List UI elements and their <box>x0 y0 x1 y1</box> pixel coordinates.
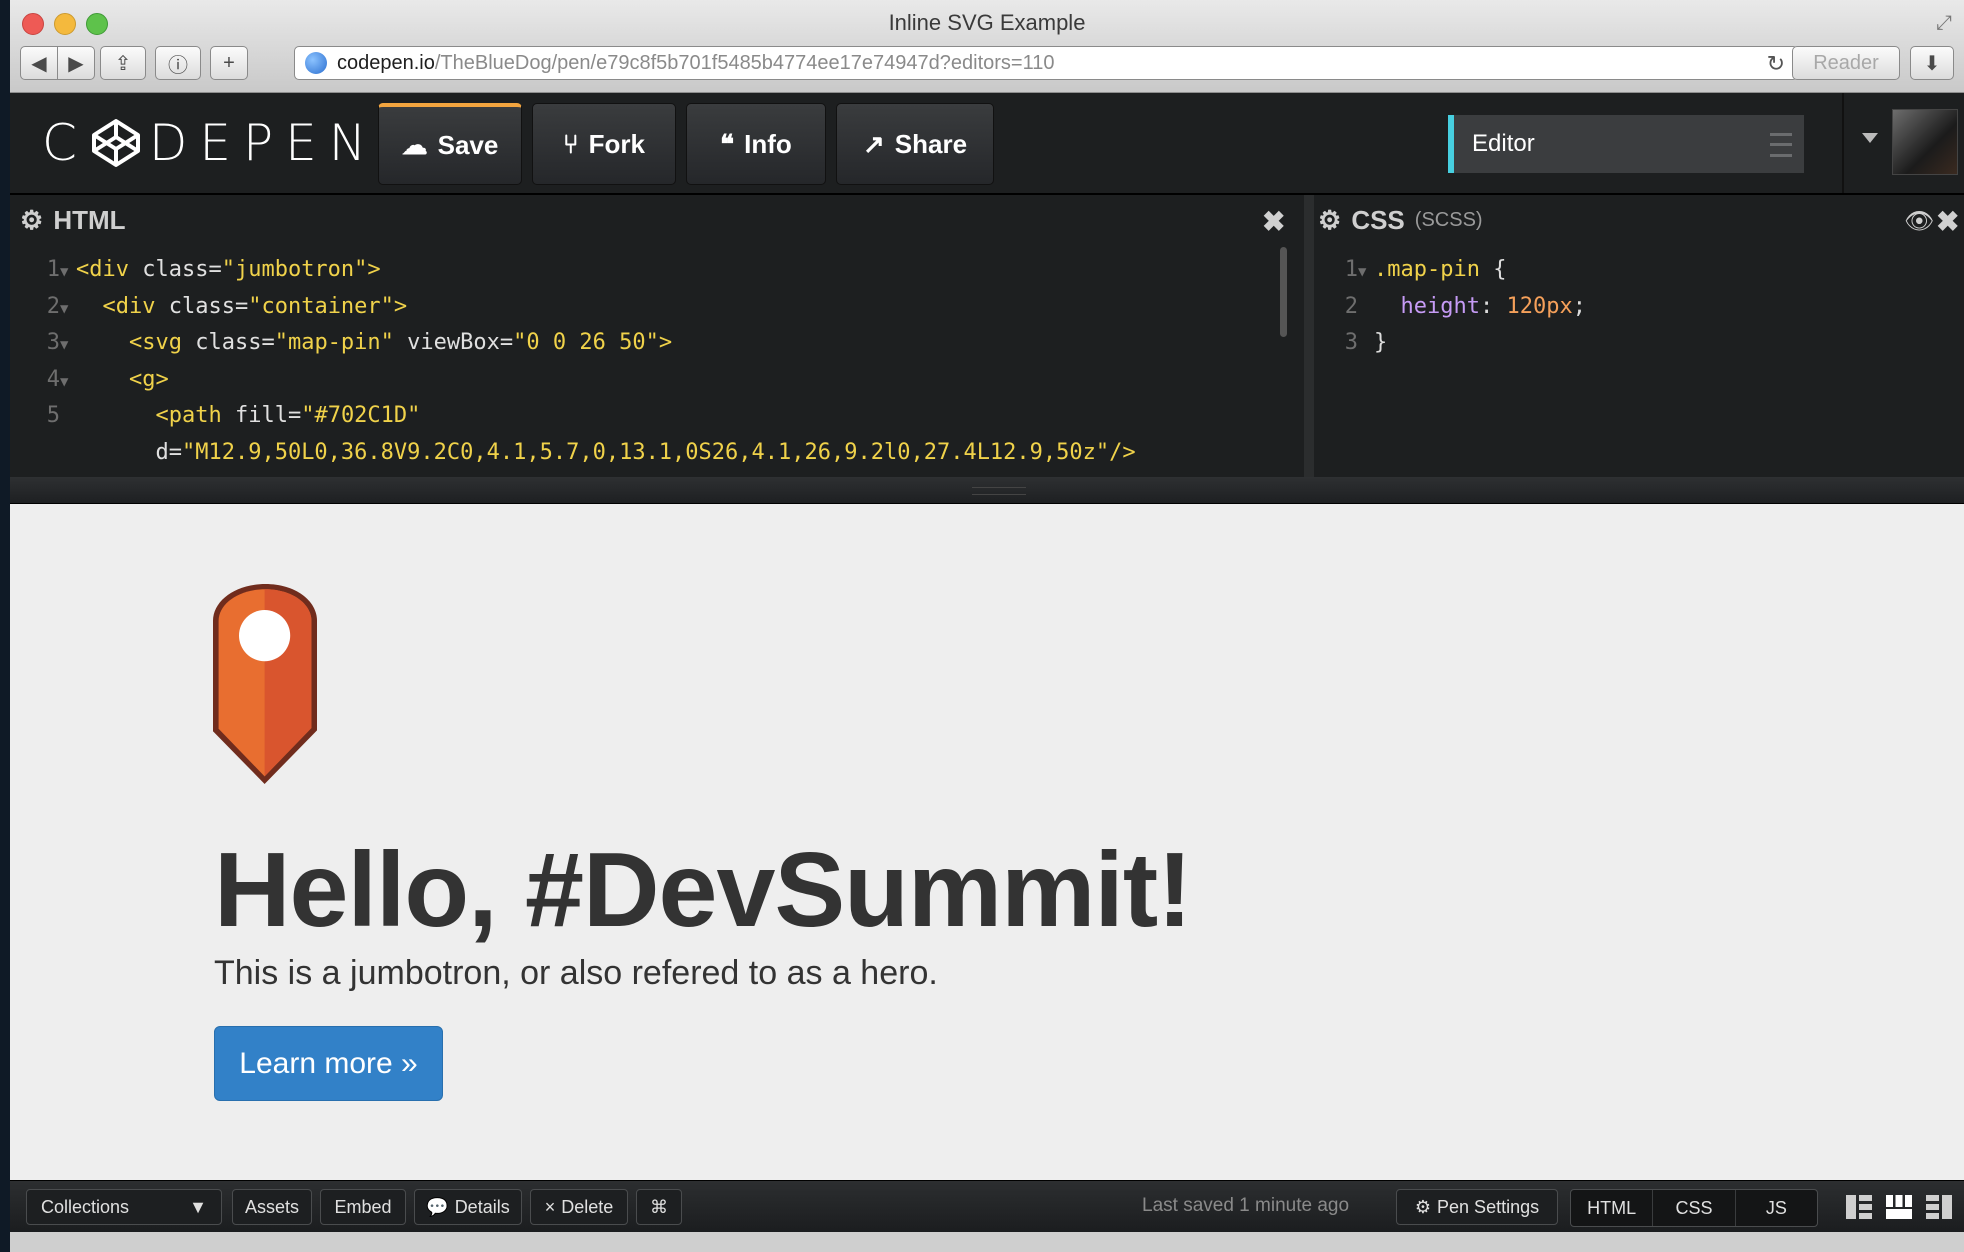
css-code-editor[interactable]: 1▼ .map-pin { 2 height: 120px; 3 } <box>1318 253 1586 363</box>
delete-button[interactable]: × Delete <box>530 1189 628 1225</box>
details-button[interactable]: 💬 Details <box>414 1189 522 1225</box>
toggle-js[interactable]: JS <box>1736 1190 1817 1226</box>
toggle-css[interactable]: CSS <box>1653 1190 1736 1226</box>
footer-bar: Collections ▼ Assets Embed 💬 Details × D… <box>10 1180 1964 1233</box>
cloud-icon: ☁ <box>401 130 428 160</box>
css-pane-subtitle: (SCSS) <box>1414 208 1483 231</box>
info-label: Info <box>744 128 792 159</box>
hero-lead: This is a jumbotron, or also refered to … <box>214 954 938 992</box>
globe-icon <box>305 52 327 74</box>
window-bottom-edge <box>10 1232 1964 1252</box>
share-icon: ↗ <box>862 128 885 159</box>
hero-heading: Hello, #DevSummit! <box>214 831 1192 949</box>
info-circle-icon: ⓘ <box>168 54 188 77</box>
address-bar[interactable]: codepen.io /TheBlueDog/pen/e79c8f5b701f5… <box>294 46 1798 80</box>
download-icon: ⬇ <box>1923 52 1941 75</box>
view-select-label: Editor <box>1472 130 1535 157</box>
share-button[interactable]: ↗ Share <box>836 103 994 185</box>
line-number: 5 <box>46 403 60 428</box>
back-button[interactable]: ◀ <box>20 46 58 80</box>
layout-top-icon[interactable] <box>1886 1195 1912 1219</box>
chevron-down-icon[interactable] <box>1862 133 1878 143</box>
line-number: 3 <box>1344 330 1358 355</box>
back-arrow-icon: ◀ <box>31 52 47 75</box>
html-code-editor[interactable]: 1▼ <div class="jumbotron"> 2▼ <div class=… <box>20 253 1270 477</box>
user-avatar[interactable] <box>1892 109 1958 175</box>
map-pin-icon <box>213 584 317 784</box>
url-host: codepen.io <box>337 51 435 74</box>
editor-toggle-group: HTML CSS JS <box>1570 1189 1818 1227</box>
collections-label: Collections <box>41 1196 130 1217</box>
preview-pane: Hello, #DevSummit! This is a jumbotron, … <box>10 504 1964 1180</box>
private-button[interactable]: ⓘ <box>155 46 201 80</box>
fullscreen-icon[interactable]: ⤢ <box>1936 12 1952 35</box>
line-number: 1 <box>46 257 60 282</box>
save-button[interactable]: ☁ Save <box>378 103 522 185</box>
fork-button[interactable]: ⑂ Fork <box>532 103 676 185</box>
details-label: Details <box>454 1196 510 1217</box>
plus-icon: + <box>223 51 235 74</box>
new-tab-button[interactable]: + <box>210 46 248 80</box>
x-icon: × <box>544 1196 556 1217</box>
html-pane-title: HTML <box>53 204 126 235</box>
css-pane-header: ⚙ CSS (SCSS) <box>1318 195 1483 245</box>
codepen-cube-icon <box>91 119 140 167</box>
codepen-header: C DEPEN ☁ Save ⑂ Fork ❝ Info ↗ Share Edi… <box>10 93 1964 195</box>
header-divider <box>1842 93 1844 193</box>
css-pane-title: CSS <box>1351 204 1405 235</box>
fork-icon: ⑂ <box>563 128 579 159</box>
window-title: Inline SVG Example <box>888 10 1086 35</box>
eye-icon[interactable]: 👁 <box>1904 207 1934 236</box>
share-page-button[interactable]: ⇪ <box>100 46 146 80</box>
line-number: 4 <box>46 366 60 392</box>
line-number: 2 <box>1344 293 1358 319</box>
browser-window: Inline SVG Example ⤢ ◀ ▶ ⇪ ⓘ + codepen.i… <box>10 0 1964 1252</box>
gear-icon[interactable]: ⚙ <box>1318 205 1341 236</box>
editor-area: ⚙ HTML ✖ 1▼ <div class="jumbotron"> 2▼ <d… <box>10 195 1964 477</box>
save-label: Save <box>437 130 499 160</box>
reader-button[interactable]: Reader <box>1792 46 1900 80</box>
forward-button[interactable]: ▶ <box>57 46 95 80</box>
gear-icon: ⚙ <box>1414 1196 1432 1217</box>
pen-settings-label: Pen Settings <box>1437 1196 1540 1217</box>
hamburger-icon <box>1770 133 1792 157</box>
last-saved-status: Last saved 1 minute ago <box>1142 1195 1350 1216</box>
forward-arrow-icon: ▶ <box>68 52 84 75</box>
toggle-html[interactable]: HTML <box>1571 1190 1654 1226</box>
line-number: 2 <box>46 293 60 319</box>
fork-label: Fork <box>588 128 645 159</box>
title-bar: Inline SVG Example ⤢ ◀ ▶ ⇪ ⓘ + codepen.i… <box>10 0 1964 93</box>
view-select[interactable]: Editor <box>1448 115 1804 173</box>
share-label: Share <box>894 128 968 159</box>
delete-label: Delete <box>561 1196 614 1217</box>
share-box-icon: ⇪ <box>114 52 132 75</box>
grip-icon <box>972 487 1026 495</box>
embed-button[interactable]: Embed <box>320 1189 406 1225</box>
codepen-logo[interactable]: C DEPEN <box>42 114 378 172</box>
info-button[interactable]: ❝ Info <box>686 103 826 185</box>
html-scrollbar[interactable] <box>1280 247 1287 337</box>
editor-resize-handle[interactable] <box>10 477 1964 504</box>
layout-left-icon[interactable] <box>1846 1195 1872 1219</box>
layout-right-icon[interactable] <box>1926 1195 1952 1219</box>
pen-settings-button[interactable]: ⚙ Pen Settings <box>1396 1189 1558 1225</box>
chevron-down-icon: ▼ <box>189 1196 207 1217</box>
close-icon[interactable]: ✖ <box>1936 205 1959 238</box>
line-number: 1 <box>1344 257 1358 282</box>
pane-divider[interactable] <box>1304 195 1314 477</box>
close-icon[interactable]: ✖ <box>1262 205 1285 238</box>
keyboard-shortcuts-button[interactable]: ⌘ <box>636 1189 682 1225</box>
url-path: /TheBlueDog/pen/e79c8f5b701f5485b4774ee1… <box>434 51 1055 74</box>
downloads-button[interactable]: ⬇ <box>1910 46 1954 80</box>
collections-dropdown[interactable]: Collections ▼ <box>26 1189 222 1225</box>
line-number: 3 <box>46 330 60 355</box>
quote-icon: ❝ <box>720 128 735 159</box>
html-pane-header: ⚙ HTML <box>20 195 126 245</box>
speech-bubble-icon: 💬 <box>426 1196 449 1217</box>
gear-icon[interactable]: ⚙ <box>20 205 43 236</box>
reload-icon[interactable]: ↻ <box>1767 51 1785 77</box>
assets-button[interactable]: Assets <box>232 1189 312 1225</box>
learn-more-button[interactable]: Learn more » <box>214 1026 443 1101</box>
